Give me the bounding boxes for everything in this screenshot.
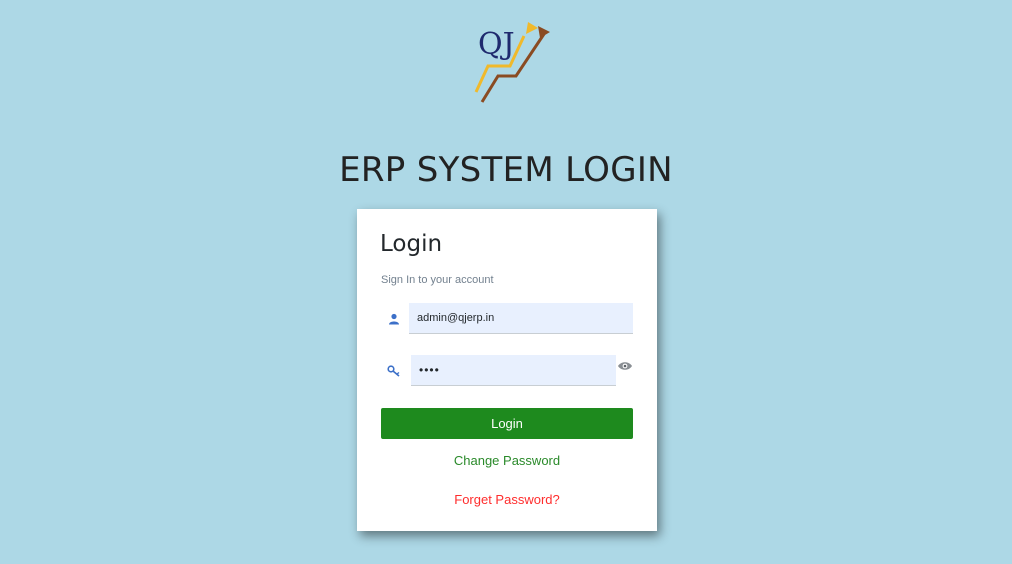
- card-title: Login: [380, 231, 443, 257]
- login-card: Login Sign In to your account Login C: [357, 209, 657, 531]
- logo-text: QJ: [478, 27, 515, 62]
- login-button[interactable]: Login: [381, 408, 633, 439]
- user-icon: [381, 303, 407, 334]
- password-group: [381, 355, 616, 386]
- username-group: [381, 303, 633, 334]
- change-password-link[interactable]: Change Password: [357, 453, 657, 468]
- eye-icon[interactable]: [617, 359, 633, 371]
- logo-graphic: QJ: [474, 22, 550, 103]
- username-input[interactable]: [409, 303, 633, 334]
- company-logo: QJ: [470, 14, 560, 110]
- forget-password-link[interactable]: Forget Password?: [357, 492, 657, 507]
- key-icon: [381, 355, 407, 386]
- card-subtitle: Sign In to your account: [381, 274, 494, 286]
- password-input[interactable]: [411, 355, 616, 386]
- page-title: ERP SYSTEM LOGIN: [339, 150, 673, 190]
